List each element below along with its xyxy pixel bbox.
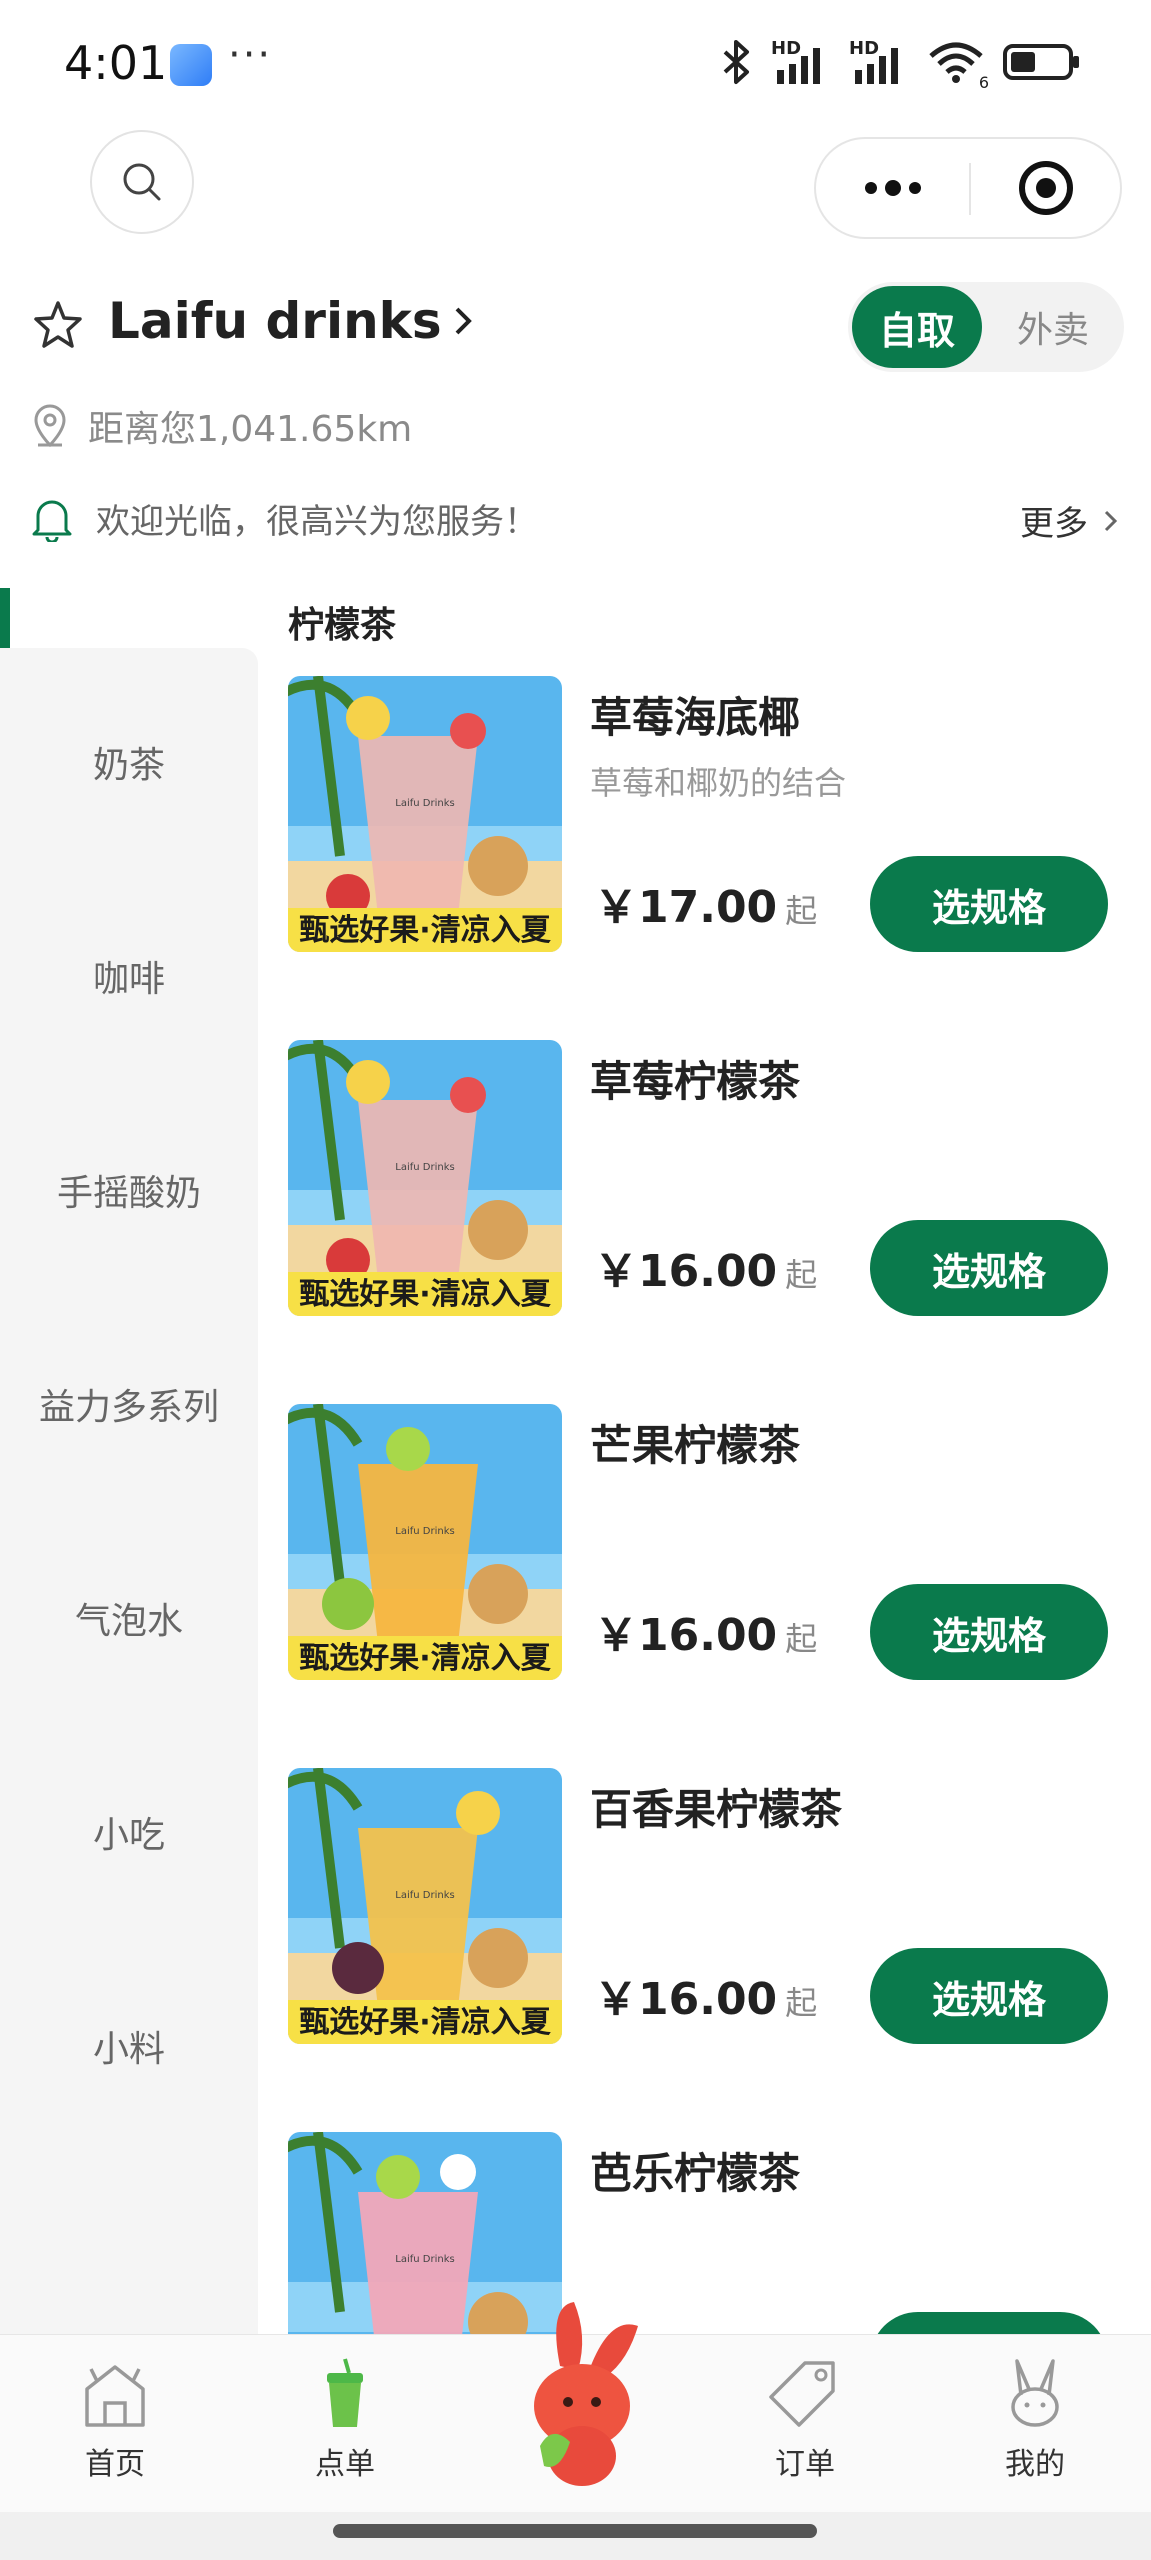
- capsule-more-button[interactable]: [816, 139, 969, 237]
- product-name: 芭乐柠檬茶: [590, 2149, 801, 2198]
- product-price: ￥16.00 起: [594, 1599, 817, 1663]
- wifi-badge: 6: [978, 73, 989, 92]
- tag-icon: [769, 2361, 835, 2427]
- tab-mine[interactable]: 我的: [960, 2355, 1110, 2483]
- product-image-banner: 甄选好果·清凉入夏: [299, 913, 551, 948]
- price-value: ￥16.00: [594, 1610, 778, 1661]
- store-name: Laifu drinks: [108, 292, 442, 350]
- product-name: 草莓柠檬茶: [590, 1057, 801, 1106]
- house-icon: [85, 2365, 145, 2427]
- search-icon: [123, 163, 161, 201]
- mode-pickup-tab[interactable]: 自取: [852, 286, 982, 368]
- product-name: 草莓海底椰: [590, 693, 801, 742]
- battery-icon: [1003, 44, 1079, 80]
- product-card[interactable]: Laifu Drinks 甄选好果·清凉入夏 草莓海底椰 草莓和椰奶的结合 ￥1…: [288, 676, 1128, 956]
- section-title: 柠檬茶: [288, 605, 397, 646]
- tab-home-label: 首页: [85, 2447, 145, 2482]
- tab-orders-label: 订单: [775, 2447, 835, 2482]
- favorite-star-icon[interactable]: [30, 298, 86, 354]
- store-name-link[interactable]: Laifu drinks: [108, 292, 476, 350]
- product-price: ￥16.00 起: [594, 1963, 817, 2027]
- category-sidebar: 奶茶 咖啡 手摇酸奶 益力多系列 气泡水 小吃 小料: [0, 648, 258, 2334]
- more-dots-icon: [864, 180, 921, 196]
- more-notifications-icon: ···: [228, 32, 273, 78]
- price-suffix: 起: [785, 892, 818, 930]
- select-spec-button[interactable]: 选规格: [870, 1584, 1108, 1680]
- product-image-banner: 甄选好果·清凉入夏: [299, 1277, 551, 1312]
- category-item[interactable]: 益力多系列: [0, 1378, 258, 1430]
- wifi-icon: 6: [927, 38, 989, 92]
- bell-icon: [32, 500, 72, 542]
- product-card[interactable]: Laifu Drinks 甄选好果·清凉入夏 百香果柠檬茶 ￥16.00 起 选规…: [288, 1768, 1128, 2048]
- drink-cup-icon: [327, 2358, 363, 2427]
- category-item[interactable]: 小料: [0, 2020, 258, 2072]
- distance-row: 距离您1,041.65km: [30, 400, 412, 452]
- notice-more-link[interactable]: 更多: [1020, 496, 1120, 545]
- product-image-brand: Laifu Drinks: [395, 798, 454, 809]
- category-item[interactable]: 小吃: [0, 1806, 258, 1858]
- tab-orders[interactable]: 订单: [730, 2355, 880, 2483]
- product-desc: 草莓和椰奶的结合: [590, 764, 847, 802]
- bluetooth-icon: [723, 40, 749, 84]
- search-button[interactable]: [90, 130, 194, 234]
- mini-program-capsule: [814, 137, 1122, 239]
- status-icons: HD HD 6: [719, 38, 1081, 92]
- price-value: ￥17.00: [594, 882, 778, 933]
- notice-more-label: 更多: [1020, 504, 1088, 544]
- category-item[interactable]: 咖啡: [0, 950, 258, 1002]
- product-name: 芒果柠檬茶: [590, 1421, 801, 1470]
- price-value: ￥16.00: [594, 1246, 778, 1297]
- category-item[interactable]: 手摇酸奶: [0, 1164, 258, 1216]
- product-image[interactable]: Laifu Drinks 甄选好果·清凉入夏: [288, 1404, 562, 1680]
- select-spec-button[interactable]: 选规格: [870, 856, 1108, 952]
- product-image[interactable]: Laifu Drinks 甄选好果·清凉入夏: [288, 1040, 562, 1316]
- price-value: ￥16.00: [594, 1974, 778, 2025]
- status-bar: 4:01 ··· HD HD 6: [0, 0, 1151, 130]
- product-price: ￥16.00 起: [594, 1235, 817, 1299]
- select-spec-button[interactable]: 选规格: [870, 1948, 1108, 2044]
- product-image-banner: 甄选好果·清凉入夏: [299, 2005, 551, 2040]
- app-notification-icon: [170, 44, 212, 86]
- status-time: 4:01: [64, 36, 168, 90]
- price-suffix: 起: [785, 1256, 818, 1294]
- product-card[interactable]: Laifu Drinks 甄选好果·清凉入夏 芒果柠檬茶 ￥16.00 起 选规格: [288, 1404, 1128, 1684]
- product-image-banner: 甄选好果·清凉入夏: [299, 1641, 551, 1676]
- mode-delivery-tab[interactable]: 外卖: [988, 286, 1118, 368]
- target-close-icon: [1019, 161, 1073, 215]
- category-item[interactable]: 气泡水: [0, 1592, 258, 1644]
- product-image[interactable]: Laifu Drinks 甄选好果·清凉入夏: [288, 676, 562, 952]
- product-price: ￥17.00 起: [594, 871, 817, 935]
- select-spec-button[interactable]: 选规格: [870, 1220, 1108, 1316]
- mascot-center-button[interactable]: [490, 2296, 670, 2496]
- distance-text: 距离您1,041.65km: [88, 409, 413, 450]
- product-image-brand: Laifu Drinks: [395, 1526, 454, 1537]
- rabbit-icon: [1011, 2359, 1059, 2427]
- rabbit-mascot-icon: [534, 2302, 638, 2486]
- chevron-right-icon: [455, 307, 472, 335]
- product-name: 百香果柠檬茶: [590, 1785, 843, 1834]
- location-pin-icon: [34, 404, 66, 448]
- tab-mine-label: 我的: [1005, 2447, 1065, 2482]
- capsule-close-button[interactable]: [971, 139, 1121, 237]
- order-mode-toggle: 自取 外卖: [848, 282, 1124, 372]
- signal-1-icon: HD: [771, 38, 831, 86]
- notice-text: 欢迎光临，很高兴为您服务！: [96, 502, 538, 542]
- notice-bar: 欢迎光临，很高兴为您服务！ 更多: [30, 494, 1120, 545]
- product-image-brand: Laifu Drinks: [395, 2254, 454, 2265]
- product-image-brand: Laifu Drinks: [395, 1890, 454, 1901]
- product-card[interactable]: Laifu Drinks 甄选好果·清凉入夏 草莓柠檬茶 ￥16.00 起 选规格: [288, 1040, 1128, 1320]
- tab-home[interactable]: 首页: [40, 2355, 190, 2483]
- price-suffix: 起: [785, 1620, 818, 1658]
- category-item[interactable]: 奶茶: [0, 736, 258, 788]
- product-image[interactable]: Laifu Drinks 甄选好果·清凉入夏: [288, 1768, 562, 2044]
- active-category-indicator: [0, 588, 10, 648]
- product-image-brand: Laifu Drinks: [395, 1162, 454, 1173]
- signal-2-icon: HD: [849, 38, 909, 86]
- price-suffix: 起: [785, 1984, 818, 2022]
- home-indicator[interactable]: [333, 2524, 817, 2538]
- tab-order[interactable]: 点单: [270, 2355, 420, 2483]
- chevron-right-icon: [1104, 510, 1118, 531]
- tab-order-label: 点单: [315, 2447, 375, 2482]
